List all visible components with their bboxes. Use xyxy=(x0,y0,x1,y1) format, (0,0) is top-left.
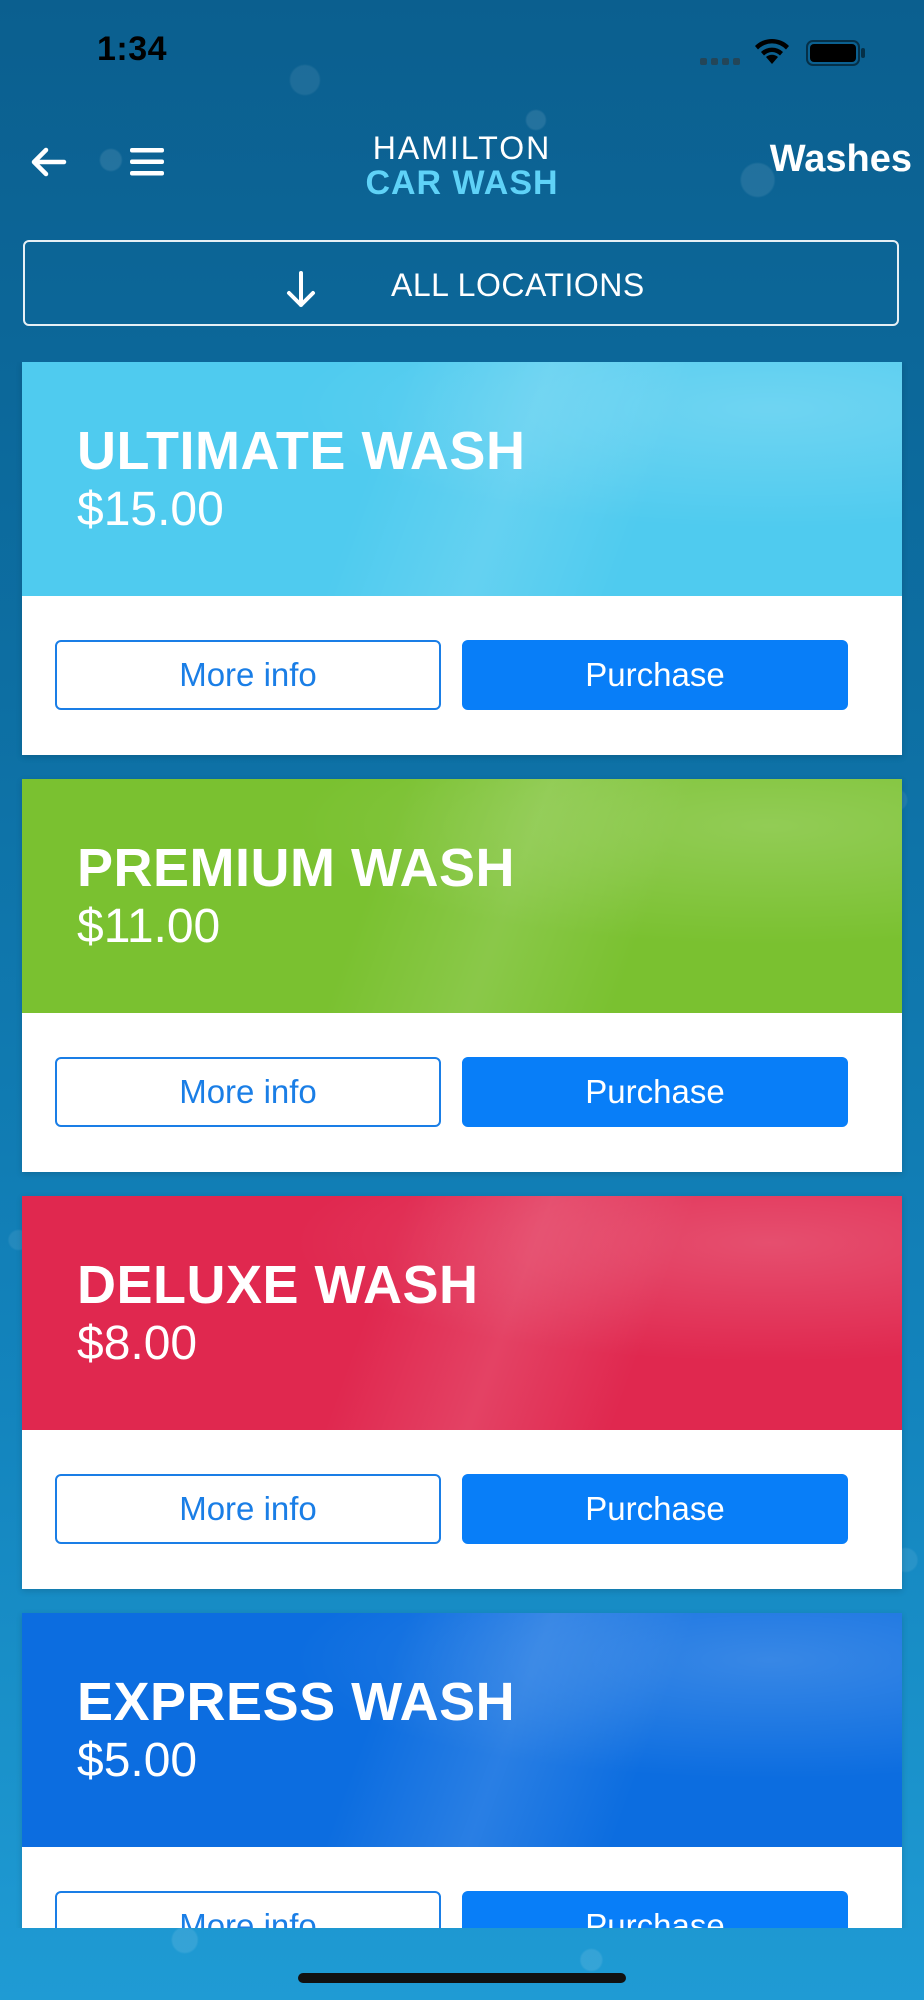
purchase-button[interactable]: Purchase xyxy=(462,640,848,710)
status-bar: 1:34 xyxy=(0,0,924,100)
wash-banner: DELUXE WASH $8.00 xyxy=(22,1196,902,1430)
wash-price: $8.00 xyxy=(77,1317,198,1370)
wash-price: $5.00 xyxy=(77,1734,198,1787)
logo-top-text: HAMILTON xyxy=(372,130,552,166)
battery-icon xyxy=(806,40,865,66)
arrow-left-icon[interactable] xyxy=(28,142,68,182)
wifi-icon xyxy=(755,38,789,64)
wash-list[interactable]: ULTIMATE WASH $15.00 More info Purchase … xyxy=(0,362,924,1928)
wash-banner: ULTIMATE WASH $15.00 xyxy=(22,362,902,596)
arrow-down-icon xyxy=(287,271,315,307)
purchase-button[interactable]: Purchase xyxy=(462,1057,848,1127)
wash-banner: PREMIUM WASH $11.00 xyxy=(22,779,902,1013)
wash-card-premium: PREMIUM WASH $11.00 More info Purchase xyxy=(22,779,902,1172)
wash-price: $11.00 xyxy=(77,900,221,953)
wash-name: EXPRESS WASH xyxy=(77,1672,516,1732)
nav-bar: HAMILTON CAR WASH Washes xyxy=(0,120,924,204)
status-time: 1:34 xyxy=(97,30,168,68)
purchase-button[interactable]: Purchase xyxy=(462,1891,848,1928)
wash-name: ULTIMATE WASH xyxy=(77,421,526,481)
cellular-signal-icon xyxy=(700,52,744,65)
wash-name: PREMIUM WASH xyxy=(77,838,515,898)
wash-card-deluxe: DELUXE WASH $8.00 More info Purchase xyxy=(22,1196,902,1589)
purchase-button[interactable]: Purchase xyxy=(462,1474,848,1544)
location-label: ALL LOCATIONS xyxy=(391,267,645,303)
wash-card-express: EXPRESS WASH $5.00 More info Purchase xyxy=(22,1613,902,1928)
app-logo: HAMILTON CAR WASH xyxy=(330,132,594,200)
logo-bottom-text: CAR WASH xyxy=(365,164,559,202)
more-info-button[interactable]: More info xyxy=(55,640,441,710)
more-info-button[interactable]: More info xyxy=(55,1474,441,1544)
home-indicator[interactable] xyxy=(298,1973,626,1983)
wash-card-ultimate: ULTIMATE WASH $15.00 More info Purchase xyxy=(22,362,902,755)
more-info-button[interactable]: More info xyxy=(55,1891,441,1928)
location-selector[interactable]: ALL LOCATIONS xyxy=(23,240,899,326)
more-info-button[interactable]: More info xyxy=(55,1057,441,1127)
wash-banner: EXPRESS WASH $5.00 xyxy=(22,1613,902,1847)
wash-price: $15.00 xyxy=(77,483,224,536)
wash-name: DELUXE WASH xyxy=(77,1255,479,1315)
page-title: Washes xyxy=(769,138,912,180)
hamburger-menu-icon[interactable] xyxy=(128,144,168,180)
